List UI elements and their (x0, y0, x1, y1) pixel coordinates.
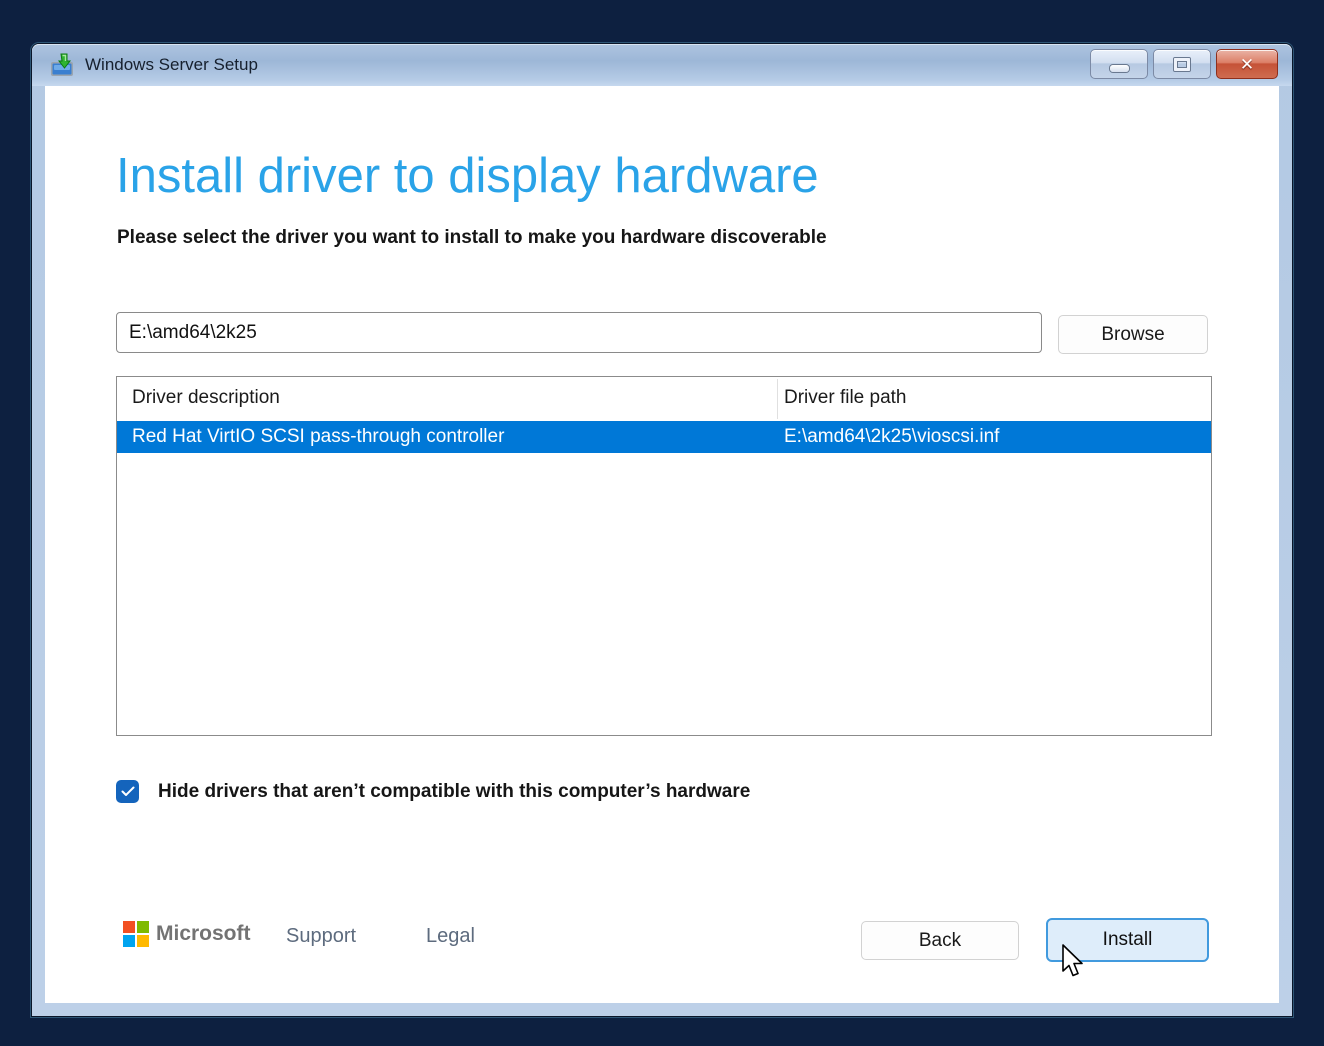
column-header-description[interactable]: Driver description (132, 377, 280, 419)
ms-logo-green-square (137, 921, 149, 933)
close-button[interactable]: ✕ (1216, 49, 1278, 79)
install-driver-icon (49, 52, 75, 78)
titlebar[interactable]: Windows Server Setup ✕ (32, 44, 1292, 86)
driver-filepath-cell: E:\amd64\2k25\vioscsi.inf (784, 421, 999, 453)
close-icon: ✕ (1240, 56, 1254, 73)
back-button[interactable]: Back (861, 921, 1019, 960)
driver-description-cell: Red Hat VirtIO SCSI pass-through control… (132, 421, 504, 453)
maximize-icon (1174, 58, 1190, 71)
client-area: Install driver to display hardware Pleas… (45, 86, 1279, 1003)
window-title: Windows Server Setup (85, 44, 258, 86)
ms-logo-blue-square (123, 935, 135, 947)
table-header: Driver description Driver file path (117, 377, 1211, 421)
checkmark-icon (121, 786, 135, 797)
hide-incompatible-row: Hide drivers that aren’t compatible with… (116, 780, 750, 803)
column-header-filepath[interactable]: Driver file path (784, 377, 907, 419)
microsoft-logo-icon (123, 921, 149, 947)
legal-link[interactable]: Legal (426, 925, 475, 948)
page-subtitle: Please select the driver you want to ins… (117, 227, 827, 249)
ms-logo-red-square (123, 921, 135, 933)
page-title: Install driver to display hardware (116, 148, 819, 204)
browse-button[interactable]: Browse (1058, 315, 1208, 354)
minimize-icon (1110, 65, 1129, 72)
column-divider[interactable] (777, 379, 778, 419)
ms-logo-yellow-square (137, 935, 149, 947)
driver-table[interactable]: Driver description Driver file path Red … (116, 376, 1212, 736)
desktop-background: Windows Server Setup ✕ Install driver to… (0, 0, 1324, 1046)
maximize-button[interactable] (1153, 49, 1211, 79)
hide-incompatible-checkbox[interactable] (116, 780, 139, 803)
minimize-button[interactable] (1090, 49, 1148, 79)
hide-incompatible-label[interactable]: Hide drivers that aren’t compatible with… (158, 781, 750, 803)
microsoft-brand-text: Microsoft (156, 922, 251, 946)
table-row[interactable]: Red Hat VirtIO SCSI pass-through control… (117, 421, 1211, 453)
setup-window: Windows Server Setup ✕ Install driver to… (31, 43, 1293, 1017)
caption-buttons: ✕ (1090, 49, 1278, 79)
mouse-cursor-icon (1061, 944, 1087, 982)
driver-path-input[interactable] (116, 312, 1042, 353)
support-link[interactable]: Support (286, 925, 356, 948)
